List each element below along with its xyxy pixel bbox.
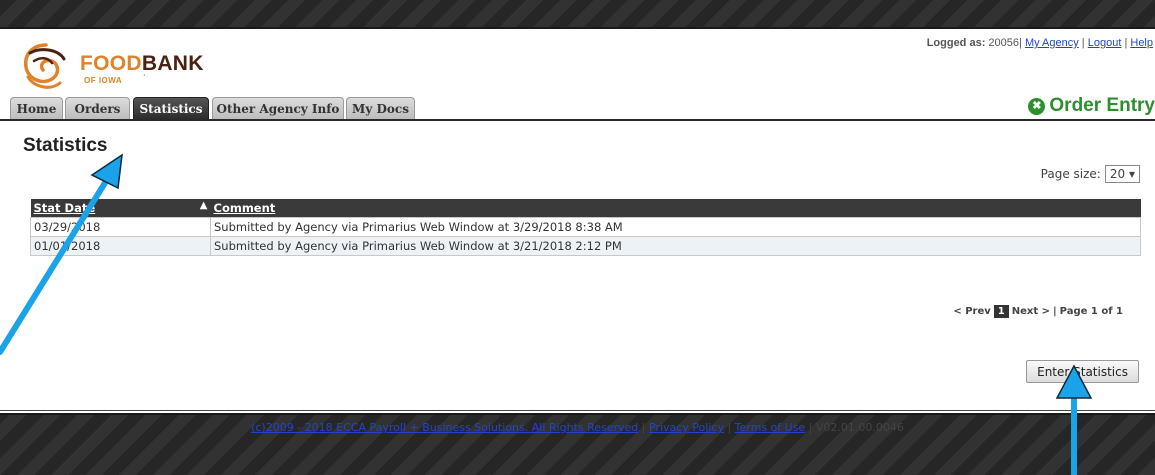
tab-divider	[0, 119, 1155, 121]
statistics-table: Stat Date ▲ Comment 03/29/2018 Submitted …	[30, 199, 1141, 256]
privacy-policy-link[interactable]: Privacy Policy	[649, 421, 724, 434]
sort-comment-link[interactable]: Comment	[214, 201, 276, 215]
pager: < Prev 1 Next > | Page 1 of 1	[953, 305, 1123, 318]
brand-wordmark: FOODBANK	[80, 52, 204, 76]
brand-dot: ·	[143, 71, 146, 80]
user-bar: Logged as: 20056| My Agency | Logout | H…	[926, 37, 1153, 49]
footer: (c)2009 - 2018 ECCA Payroll + Business S…	[251, 421, 904, 434]
user-id: 20056|	[988, 37, 1022, 49]
comment-cell: Submitted by Agency via Primarius Web Wi…	[210, 216, 1141, 237]
tab-orders[interactable]: Orders	[65, 97, 130, 119]
comment-cell: Submitted by Agency via Primarius Web Wi…	[210, 235, 1141, 256]
table-header-row: Stat Date ▲ Comment	[30, 199, 1141, 217]
help-link[interactable]: Help	[1130, 37, 1153, 49]
page-size-value: 20	[1109, 167, 1126, 181]
my-agency-link[interactable]: My Agency	[1025, 37, 1079, 49]
tab-other-agency-info[interactable]: Other Agency Info	[212, 97, 344, 119]
enter-statistics-button[interactable]: Enter Statistics	[1026, 360, 1139, 383]
col-stat-date[interactable]: Stat Date ▲	[30, 199, 211, 217]
pager-next[interactable]: Next >	[1012, 306, 1050, 317]
page-size-select[interactable]: 20 ▾	[1104, 165, 1140, 183]
sort-asc-icon: ▲	[199, 200, 208, 211]
pager-current-page[interactable]: 1	[993, 305, 1009, 318]
foodbank-logo[interactable]: FOODBANK OF IOWA ·	[18, 39, 218, 95]
order-entry-label: Order Entry	[1049, 95, 1155, 116]
order-entry-link[interactable]: ✖ Order Entry	[1028, 95, 1155, 117]
copyright-link[interactable]: (c)2009 - 2018 ECCA Payroll + Business S…	[251, 421, 638, 434]
chevron-down-icon: ▾	[1128, 167, 1135, 181]
order-entry-icon: ✖	[1028, 97, 1046, 115]
tab-my-docs[interactable]: My Docs	[346, 97, 415, 119]
brand-sub: OF IOWA	[84, 76, 123, 85]
page-size-control: Page size: 20 ▾	[1041, 165, 1140, 183]
footer-divider	[0, 410, 1155, 411]
logged-as-label: Logged as:	[926, 37, 986, 49]
table-row[interactable]: 01/01/2018 Submitted by Agency via Prima…	[30, 235, 1141, 256]
brand-bank: BANK	[141, 52, 204, 75]
stat-date-cell: 01/01/2018	[30, 235, 211, 256]
pager-separator: |	[1053, 306, 1057, 317]
tab-home[interactable]: Home	[10, 97, 63, 119]
brand-food: FOOD	[80, 52, 142, 75]
terms-of-use-link[interactable]: Terms of Use	[735, 421, 806, 434]
table-row[interactable]: 03/29/2018 Submitted by Agency via Prima…	[30, 216, 1141, 237]
foodbank-swirl-icon	[23, 43, 66, 89]
col-comment[interactable]: Comment	[210, 199, 1141, 217]
stat-date-cell: 03/29/2018	[30, 216, 211, 237]
header: FOODBANK OF IOWA · Logged as: 20056| My …	[0, 29, 1155, 123]
pager-prev[interactable]: < Prev	[953, 306, 990, 317]
logout-link[interactable]: Logout	[1088, 37, 1122, 49]
page-title: Statistics	[23, 135, 108, 156]
tab-statistics[interactable]: Statistics	[133, 97, 209, 119]
page-container: FOODBANK OF IOWA · Logged as: 20056| My …	[0, 27, 1155, 434]
sort-stat-date-link[interactable]: Stat Date	[34, 201, 96, 215]
version-text: V02.01.00.0046	[815, 421, 904, 434]
pager-info: Page 1 of 1	[1059, 306, 1123, 317]
page-size-label: Page size:	[1040, 167, 1101, 181]
